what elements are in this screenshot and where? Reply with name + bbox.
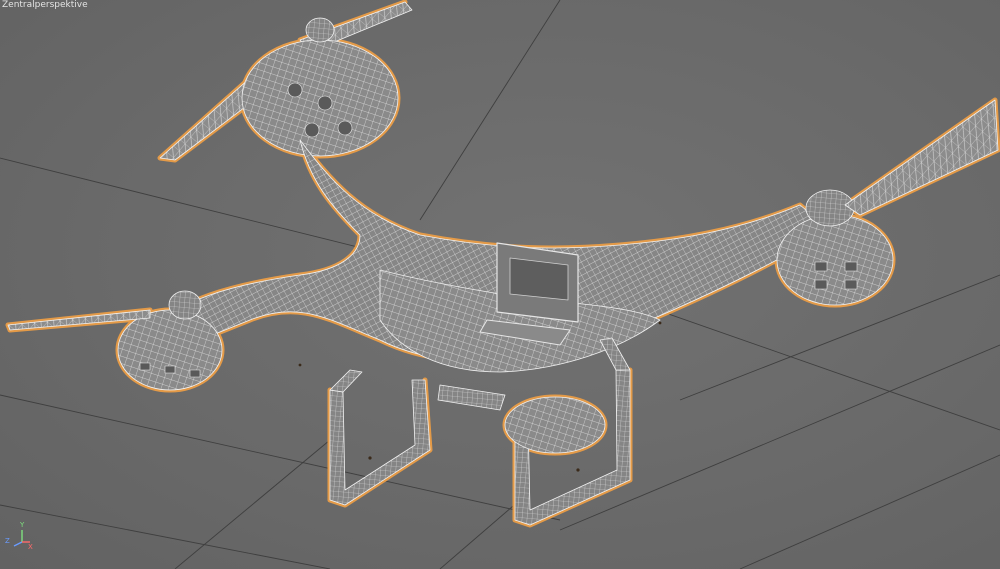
axis-gizmo: Y Z X	[4, 522, 34, 552]
x-axis-label: X	[28, 543, 33, 551]
z-axis-line	[13, 541, 23, 547]
z-axis-label: Z	[5, 537, 10, 545]
viewport-scene[interactable]	[0, 0, 1000, 569]
viewport-title[interactable]: Zentralperspektive	[2, 0, 88, 10]
3d-viewport[interactable]: Zentralperspektive Y Z X	[0, 0, 1000, 569]
drone-mesh	[7, 1, 999, 526]
y-axis-label: Y	[20, 521, 25, 529]
